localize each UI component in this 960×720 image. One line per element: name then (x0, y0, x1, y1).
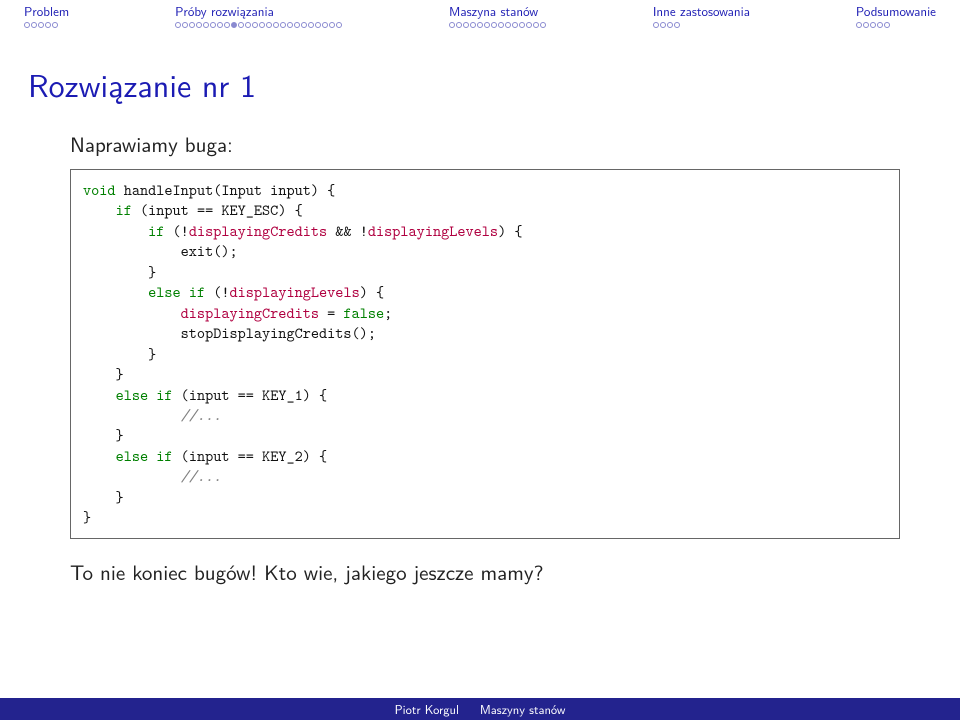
kw-else: else (116, 384, 149, 405)
code-text: exit(); (83, 240, 238, 261)
nav-dots (856, 22, 891, 34)
code-text: } (83, 363, 124, 384)
subtitle: Naprawiamy buga: (70, 129, 960, 159)
kw-if: if (116, 199, 132, 220)
nav-label: Inne zastosowania (653, 2, 750, 21)
nav-podsumowanie[interactable]: Podsumowanie (856, 2, 936, 34)
nav-proby[interactable]: Próby rozwiązania (175, 2, 343, 34)
id-levels: displayingLevels (368, 220, 498, 241)
kw-if: if (189, 281, 205, 302)
slide-title: Rozwiązanie nr 1 (28, 60, 960, 107)
code-text: (input == KEY_ESC) { (132, 199, 303, 220)
footer-author: Piotr Korgul (395, 700, 459, 718)
nav-dots (449, 22, 547, 34)
code-text: && ! (327, 220, 368, 241)
code-text: } (83, 261, 156, 282)
kw-else: else (116, 445, 149, 466)
nav-inne[interactable]: Inne zastosowania (653, 2, 750, 34)
comment: //... (181, 465, 222, 486)
code-text: handleInput(Input input) { (116, 179, 336, 200)
kw-if: if (148, 220, 164, 241)
code-text: } (83, 424, 124, 445)
comment: //... (181, 404, 222, 425)
code-text: stopDisplayingCredits(); (83, 322, 376, 343)
nav-maszyna[interactable]: Maszyna stanów (449, 2, 547, 34)
id-credits: displayingCredits (189, 220, 327, 241)
nav-dots (24, 22, 59, 34)
code-text: } (83, 486, 124, 507)
nav-label: Maszyna stanów (449, 2, 538, 21)
code-text: (! (205, 281, 229, 302)
kw-else: else (148, 281, 181, 302)
code-text: ) { (360, 281, 384, 302)
id-levels: displayingLevels (230, 281, 360, 302)
nav-label: Próby rozwiązania (175, 2, 274, 21)
code-text: (input == KEY_2) { (173, 445, 328, 466)
code-text: (input == KEY_1) { (173, 384, 328, 405)
footer: Piotr Korgul Maszyny stanów (0, 698, 960, 720)
code-text: ) { (498, 220, 522, 241)
id-credits: displayingCredits (181, 302, 319, 323)
closing-text: To nie koniec bugów! Kto wie, jakiego je… (70, 557, 900, 587)
code-text: } (83, 506, 91, 527)
code-text: = (319, 302, 343, 323)
code-text: ; (384, 302, 392, 323)
code-text: } (83, 343, 156, 364)
kw-false: false (343, 302, 384, 323)
kw-void: void (83, 179, 116, 200)
code-text: (! (164, 220, 188, 241)
code-block: void handleInput(Input input) { if (inpu… (70, 169, 900, 539)
kw-if: if (156, 384, 172, 405)
nav-bar: Problem Próby rozwiązania Maszyna stanów… (0, 0, 960, 34)
nav-dots (653, 22, 681, 34)
footer-talk: Maszyny stanów (480, 700, 566, 718)
nav-dots (175, 22, 343, 34)
nav-label: Podsumowanie (856, 2, 936, 21)
nav-problem[interactable]: Problem (24, 2, 69, 34)
nav-label: Problem (24, 2, 69, 21)
kw-if: if (156, 445, 172, 466)
